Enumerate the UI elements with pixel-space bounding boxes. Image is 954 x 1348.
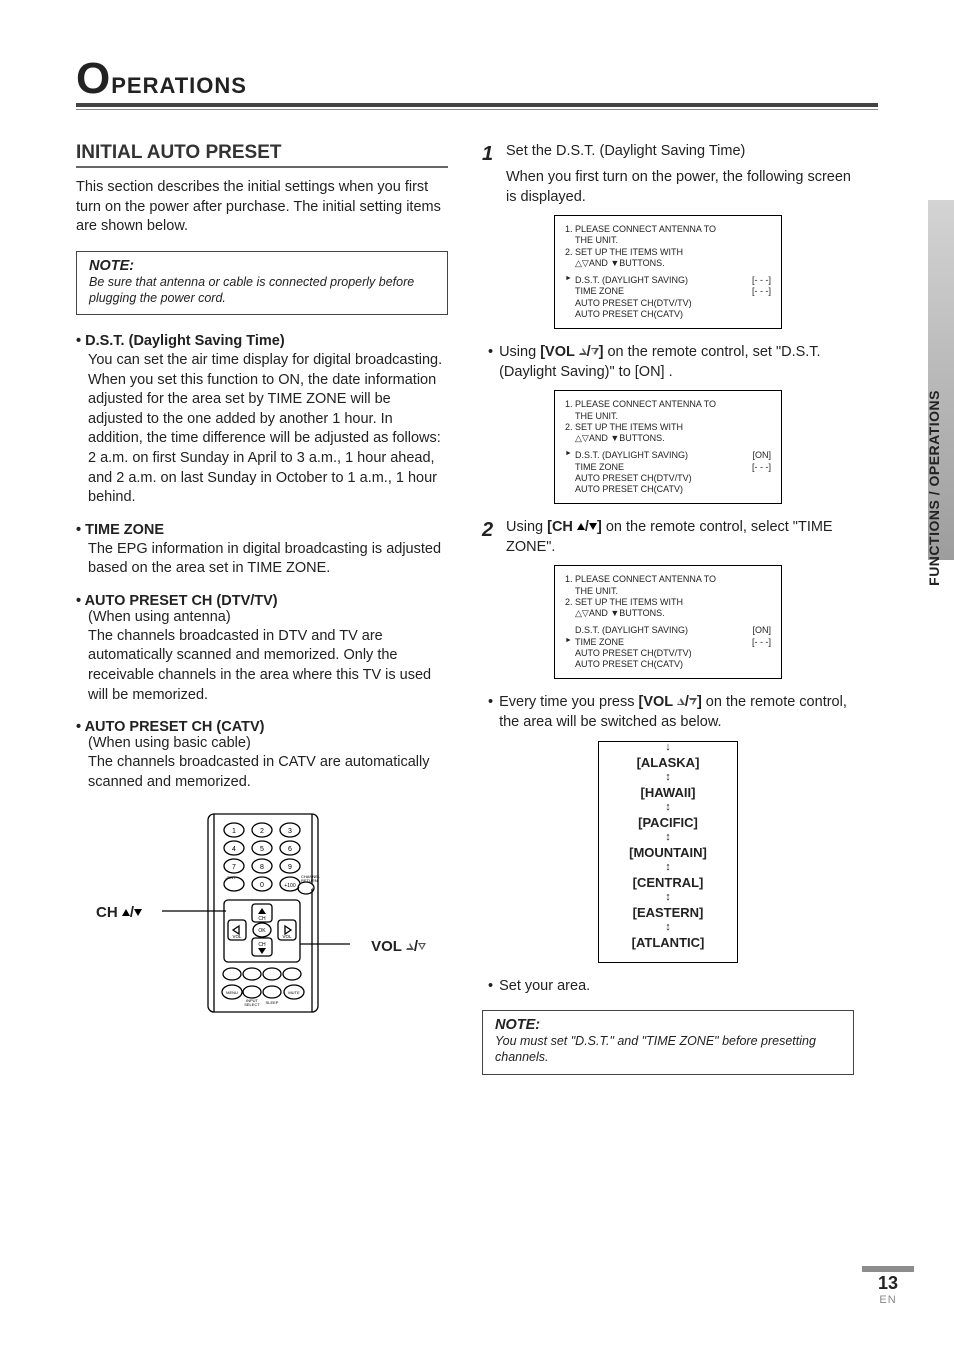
- remote-svg: 1 2 3 4 5 6 7 8 9 -/ENT. 0 +100 CH: [96, 808, 426, 1018]
- autopreset-dtv-sub: (When using antenna): [88, 609, 448, 625]
- autopreset-dtv-heading: • AUTO PRESET CH (DTV/TV): [76, 593, 448, 609]
- remote-ch-label: CH /: [96, 904, 142, 921]
- svg-text:CH: CH: [258, 942, 266, 948]
- vol-every-instruction: • Every time you press [VOL /] on the re…: [488, 693, 854, 732]
- page-number: 13 EN: [862, 1266, 914, 1306]
- svg-text:4: 4: [232, 846, 236, 853]
- note-box: NOTE: Be sure that antenna or cable is c…: [76, 251, 448, 316]
- step-2-number: 2: [482, 520, 498, 557]
- autopreset-catv-sub: (When using basic cable): [88, 735, 448, 751]
- note-2-body: You must set "D.S.T." and "TIME ZONE" be…: [495, 1033, 843, 1066]
- drop-cap: O: [76, 60, 111, 98]
- step-1: 1 Set the D.S.T. (Daylight Saving Time): [482, 142, 854, 164]
- svg-text:6: 6: [288, 846, 292, 853]
- svg-text:SELECT: SELECT: [244, 1002, 260, 1007]
- step-1-body: When you first turn on the power, the fo…: [506, 168, 854, 207]
- svg-text:VOL: VOL: [282, 934, 292, 939]
- autopreset-catv-body: The channels broadcasted in CATV are aut…: [88, 753, 448, 792]
- note-box-2: NOTE: You must set "D.S.T." and "TIME ZO…: [482, 1010, 854, 1075]
- side-section-label: FUNCTIONS / OPERATIONS: [926, 390, 942, 586]
- svg-text:3: 3: [288, 828, 292, 835]
- step-2: 2 Using [CH /] on the remote control, se…: [482, 518, 854, 557]
- remote-vol-label: VOL /: [371, 938, 426, 955]
- svg-text:1: 1: [232, 828, 236, 835]
- svg-text:0: 0: [260, 882, 264, 889]
- timezone-heading: • TIME ZONE: [76, 522, 448, 538]
- step-2-body: Using [CH /] on the remote control, sele…: [506, 518, 854, 557]
- svg-text:2: 2: [260, 828, 264, 835]
- svg-text:5: 5: [260, 846, 264, 853]
- svg-text:-/ENT.: -/ENT.: [225, 875, 236, 880]
- vol-instruction: • Using [VOL /] on the remote control, s…: [488, 343, 854, 382]
- svg-text:MUTE: MUTE: [288, 990, 300, 995]
- svg-text:7: 7: [232, 864, 236, 871]
- svg-text:8: 8: [260, 864, 264, 871]
- osd-screen-1: 1. PLEASE CONNECT ANTENNA TO THE UNIT. 2…: [554, 215, 782, 329]
- right-column: 1 Set the D.S.T. (Daylight Saving Time) …: [482, 142, 854, 1093]
- set-area-instruction: • Set your area.: [488, 977, 854, 997]
- svg-text:OK: OK: [258, 928, 266, 934]
- chapter-title: OPERATIONS: [76, 60, 878, 99]
- svg-text:VOL: VOL: [232, 934, 242, 939]
- autopreset-catv-heading: • AUTO PRESET CH (CATV): [76, 719, 448, 735]
- note-title: NOTE:: [89, 258, 437, 274]
- intro-paragraph: This section describes the initial setti…: [76, 178, 448, 237]
- step-1-number: 1: [482, 144, 498, 164]
- step-1-title: Set the D.S.T. (Daylight Saving Time): [506, 142, 745, 164]
- osd-screen-2: 1. PLEASE CONNECT ANTENNA TO THE UNIT. 2…: [554, 390, 782, 504]
- autopreset-dtv-body: The channels broadcasted in DTV and TV a…: [88, 627, 448, 705]
- dst-heading: • D.S.T. (Daylight Saving Time): [76, 333, 448, 349]
- chapter-title-rest: PERATIONS: [111, 73, 247, 99]
- svg-text:+100: +100: [284, 883, 295, 889]
- svg-text:CH: CH: [258, 916, 266, 922]
- dst-body: You can set the air time display for dig…: [88, 351, 448, 508]
- left-column: INITIAL AUTO PRESET This section describ…: [76, 142, 448, 1093]
- osd-screen-3: 1. PLEASE CONNECT ANTENNA TO THE UNIT. 2…: [554, 565, 782, 679]
- note-body: Be sure that antenna or cable is connect…: [89, 274, 437, 307]
- timezone-cycle-diagram: ↓ [ALASKA] ↕ [HAWAII] ↕ [PACIFIC] ↕ [MOU…: [598, 741, 738, 963]
- svg-text:MENU: MENU: [226, 990, 238, 995]
- svg-text:SLEEP: SLEEP: [266, 1000, 279, 1005]
- remote-illustration: CH / 1 2 3 4 5 6 7 8: [96, 808, 426, 1018]
- timezone-body: The EPG information in digital broadcast…: [88, 540, 448, 579]
- chapter-rule: [76, 103, 878, 110]
- note-2-title: NOTE:: [495, 1017, 843, 1033]
- svg-text:9: 9: [288, 864, 292, 871]
- section-heading: INITIAL AUTO PRESET: [76, 142, 448, 168]
